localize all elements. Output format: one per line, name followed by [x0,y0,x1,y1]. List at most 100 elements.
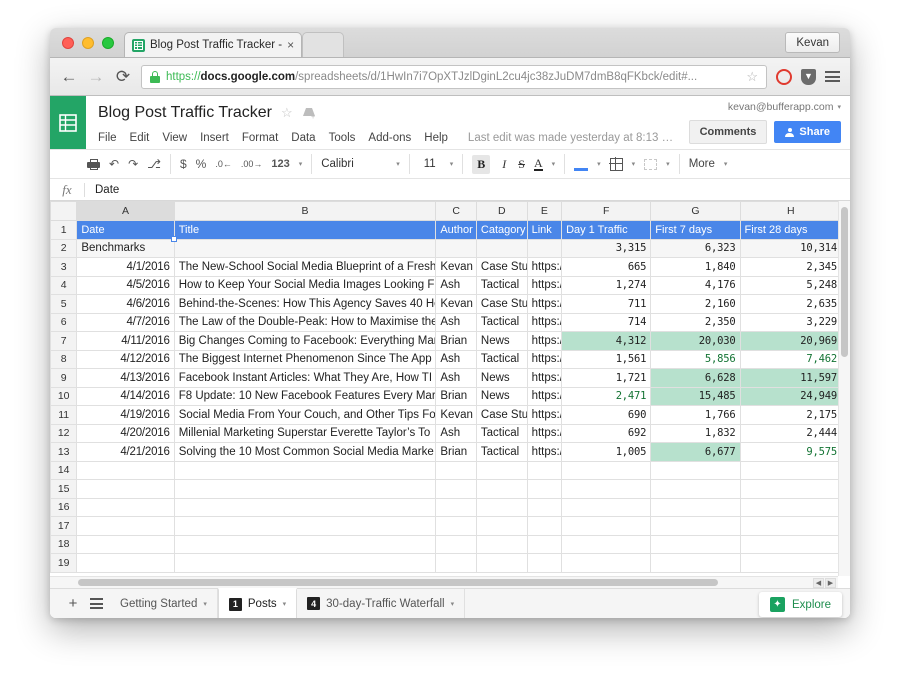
cell-author[interactable]: Brian [435,331,477,351]
cell-title[interactable]: Big Changes Coming to Facebook: Everythi… [173,331,437,351]
cell-day1[interactable]: 1,721 [561,368,652,388]
cell-day1[interactable]: 665 [561,257,652,277]
cell-date[interactable]: 4/13/2016 [76,368,175,388]
empty-cell[interactable] [475,534,528,554]
cell-day1[interactable]: 690 [561,405,652,425]
empty-cell[interactable] [561,479,652,499]
menu-item-addons[interactable]: Add-ons [368,132,411,144]
menu-item-tools[interactable]: Tools [329,132,356,144]
row-number[interactable]: 16 [50,497,78,517]
row-number[interactable]: 19 [50,553,78,573]
cell-first7[interactable]: 1,840 [650,257,741,277]
minimize-window-button[interactable] [82,37,94,49]
cell-category[interactable]: Tactical [475,442,528,462]
cell-date[interactable]: 4/6/2016 [76,294,175,314]
header-cell-author[interactable]: Author [435,220,477,240]
empty-cell[interactable] [475,497,528,517]
chevron-down-icon[interactable]: ▾ [283,600,287,608]
text-color-button[interactable]: A [533,157,543,171]
cell-link[interactable]: https:/, [526,294,563,314]
cell-title[interactable]: The Biggest Internet Phenomenon Since Th… [173,349,437,369]
cell-first28[interactable]: 20,969 [739,331,843,351]
cell-author[interactable]: Ash [435,423,477,443]
row-number[interactable]: 5 [50,294,78,314]
benchmarks-day1[interactable]: 3,315 [561,238,652,258]
cell-date[interactable]: 4/19/2016 [76,405,175,425]
fill-color-icon[interactable] [574,158,589,171]
reload-icon[interactable]: ⟳ [114,68,132,85]
benchmarks-first28[interactable]: 10,314 [739,238,843,258]
empty-cell[interactable] [650,479,741,499]
chevron-down-icon[interactable]: ▾ [632,160,636,168]
sheet-tab-2[interactable]: 1 Posts ▾ [217,588,298,618]
empty-cell[interactable] [435,516,477,536]
cell-author[interactable]: Kevan [435,257,477,277]
empty-cell[interactable] [76,534,175,554]
empty-cell[interactable] [739,516,843,536]
strikethrough-button[interactable]: S [518,157,525,172]
chevron-down-icon[interactable]: ▾ [552,160,556,168]
empty-cell[interactable] [173,534,437,554]
cell-first28[interactable]: 2,444 [739,423,843,443]
address-bar[interactable]: https://docs.google.com/spreadsheets/d/1… [141,64,767,89]
row-number[interactable]: 9 [50,368,78,388]
cell-author[interactable]: Ash [435,312,477,332]
cell-date[interactable]: 4/12/2016 [76,349,175,369]
empty-cell[interactable] [650,534,741,554]
empty-cell[interactable] [526,497,563,517]
row-number[interactable]: 2 [50,238,78,258]
empty-cell[interactable] [435,497,477,517]
chevron-down-icon[interactable]: ▾ [724,160,728,168]
benchmarks-label[interactable]: Benchmarks [76,238,175,258]
cell-first7[interactable]: 5,856 [650,349,741,369]
row-number[interactable]: 7 [50,331,78,351]
cell-date[interactable]: 4/7/2016 [76,312,175,332]
cell-author[interactable]: Ash [435,349,477,369]
browser-menu-icon[interactable] [825,69,840,85]
font-size-select[interactable]: 11 [419,158,441,170]
bold-button[interactable]: B [472,154,491,174]
cell-title[interactable]: How to Keep Your Social Media Images Loo… [173,275,437,295]
cell-author[interactable]: Brian [435,442,477,462]
cell-first7[interactable]: 6,677 [650,442,741,462]
row-number[interactable]: 11 [50,405,78,425]
paint-format-icon[interactable]: ⎇ [147,158,161,170]
empty-cell[interactable] [435,460,477,480]
cell-date[interactable]: 4/20/2016 [76,423,175,443]
cell-category[interactable]: Case Study [475,405,528,425]
empty-cell[interactable] [173,516,437,536]
borders-icon[interactable] [609,157,623,171]
row-number[interactable]: 14 [50,460,78,480]
star-icon[interactable]: ☆ [281,105,293,121]
percent-format-icon[interactable]: % [196,158,207,170]
cell-first7[interactable]: 4,176 [650,275,741,295]
header-cell-first7[interactable]: First 7 days [650,220,741,240]
cell-link[interactable]: https:/, [526,442,563,462]
cell-link[interactable]: https:/, [526,312,563,332]
empty-cell[interactable] [173,460,437,480]
horizontal-scroll-thumb[interactable] [78,579,718,586]
selection-handle[interactable] [171,236,178,242]
menu-item-edit[interactable]: Edit [130,132,150,144]
empty-cell[interactable] [475,460,528,480]
print-icon[interactable] [87,158,100,170]
header-cell-day1[interactable]: Day 1 Traffic [561,220,652,240]
cell-first7[interactable]: 2,160 [650,294,741,314]
row-number[interactable]: 13 [50,442,78,462]
cell-day1[interactable]: 1,274 [561,275,652,295]
empty-cell[interactable] [76,553,175,573]
header-cell-first28[interactable]: First 28 days [739,220,843,240]
cell-link[interactable]: https:/, [526,257,563,277]
cell-category[interactable]: Tactical [475,312,528,332]
empty-cell[interactable] [561,516,652,536]
undo-icon[interactable]: ↶ [109,158,119,170]
cell-first28[interactable]: 5,248 [739,275,843,295]
shield-icon[interactable]: ▼ [801,68,816,85]
empty-cell[interactable] [475,479,528,499]
cell-title[interactable]: Social Media From Your Couch, and Other … [173,405,437,425]
font-family-select[interactable]: Calibri [321,158,387,170]
drive-add-icon[interactable]: + [302,107,316,121]
row-number[interactable]: 17 [50,516,78,536]
last-edit-status[interactable]: Last edit was made yesterday at 8:13 … [468,132,673,144]
empty-cell[interactable] [650,460,741,480]
